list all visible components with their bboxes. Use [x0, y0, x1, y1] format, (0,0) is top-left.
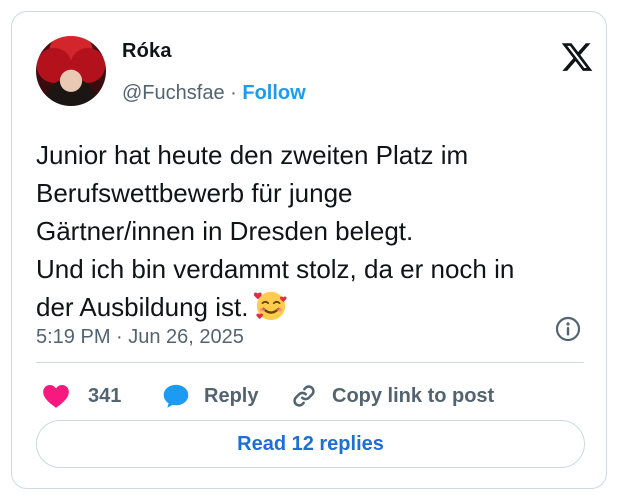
tweet-text: Junior hat heute den zweiten Platz im Be… — [36, 136, 596, 326]
smiling-face-with-hearts-icon — [254, 291, 288, 321]
x-logo-icon[interactable] — [560, 40, 594, 74]
divider — [36, 362, 584, 363]
read-replies-button[interactable]: Read 12 replies — [36, 420, 585, 468]
tweet-line: der Ausbildung ist. — [36, 292, 249, 322]
reply-button[interactable]: Reply — [162, 376, 258, 416]
tweet-line: Und ich bin verdammt stolz, da er noch i… — [36, 254, 515, 284]
tweet-line: Berufswettbewerb für junge — [36, 178, 353, 208]
tweet-card: Róka @Fuchsfae · Follow Junior hat heute… — [11, 11, 607, 489]
avatar[interactable] — [36, 36, 106, 106]
tweet-timestamp[interactable]: 5:19 PM · Jun 26, 2025 — [36, 326, 244, 349]
like-button[interactable]: 341 — [42, 376, 121, 416]
handle-row: @Fuchsfae · Follow — [122, 82, 306, 105]
copy-link-label: Copy link to post — [332, 384, 495, 407]
copy-link-button[interactable]: Copy link to post — [290, 376, 494, 416]
follow-button[interactable]: Follow — [242, 82, 305, 104]
tweet-line: Gärtner/innen in Dresden belegt. — [36, 216, 414, 246]
like-count: 341 — [88, 384, 122, 407]
link-icon — [293, 385, 315, 407]
author-name[interactable]: Róka — [122, 40, 172, 63]
handle-separator: · — [230, 82, 237, 104]
heart-icon — [43, 385, 69, 408]
info-icon[interactable] — [553, 314, 583, 344]
reply-label: Reply — [204, 384, 259, 407]
speech-bubble-icon — [163, 384, 189, 408]
tweet-line-last: der Ausbildung ist. — [36, 288, 596, 326]
author-handle[interactable]: @Fuchsfae — [122, 82, 225, 104]
tweet-line: Junior hat heute den zweiten Platz im — [36, 140, 469, 170]
